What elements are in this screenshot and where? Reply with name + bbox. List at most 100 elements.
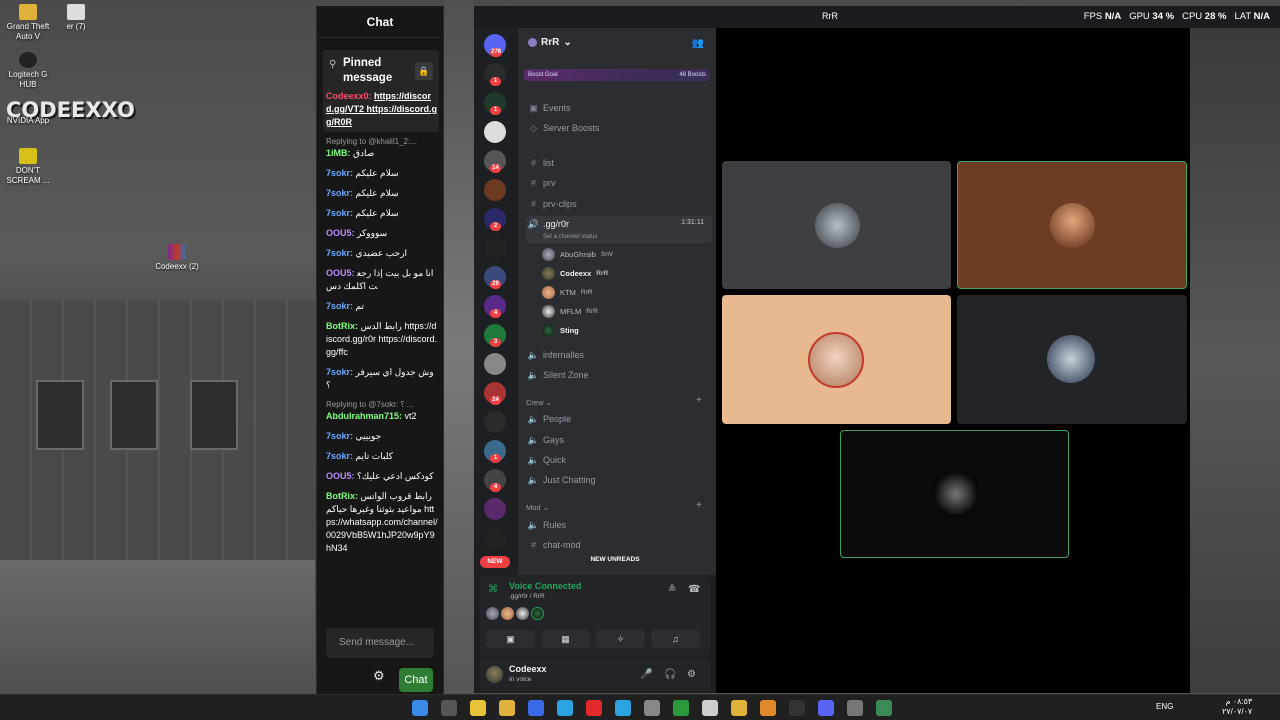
file-explorer-icon[interactable] [499,700,515,716]
folder-icon[interactable] [731,700,747,716]
server-icon[interactable] [484,411,506,433]
voice-channel-path[interactable]: .gg/r0r / RrR [509,593,545,600]
voice-channel-quick[interactable]: 🔈 Quick [526,451,712,469]
desktop-icon-er[interactable]: er (7) [48,4,104,32]
chat-username[interactable]: 7sokr: [326,168,353,178]
avatar[interactable] [501,607,514,620]
chat-username[interactable]: 7sokr: [326,248,353,258]
user-settings-gear-icon[interactable]: ⚙ [687,669,696,680]
reply-reference[interactable]: Replying to @7sokr: ؟ ... [326,399,438,410]
sidebar-item-server-boosts[interactable]: ◇ Server Boosts [526,119,712,137]
store-icon[interactable] [528,700,544,716]
server-icon[interactable] [484,498,506,520]
category-crew[interactable]: Crew ⌄ [526,398,552,407]
channel-rules[interactable]: 🔈 Rules [526,516,712,534]
desktop-icon-dont-scream[interactable]: DON'T SCREAM ... [0,148,56,186]
voice-user-row[interactable]: Codeexx RrR [542,265,608,281]
chat-username[interactable]: 7sokr: [326,451,353,461]
chat-username[interactable]: OOU5: [326,268,355,278]
telegram-icon[interactable] [615,700,631,716]
add-channel-crew-icon[interactable]: + [696,395,702,406]
app-icon[interactable] [876,700,892,716]
server-icon[interactable] [484,353,506,375]
category-mod[interactable]: Mod ⌄ [526,503,549,512]
voice-user-row[interactable]: MFLM RrR [542,303,598,319]
voice-user-row[interactable]: Sting [542,322,584,338]
sidebar-item-events[interactable]: ▣ Events [526,99,712,117]
chat-username[interactable]: 1iMB: [326,148,351,158]
voice-status[interactable]: Voice Connected [509,581,581,591]
voice-channel-people[interactable]: 🔈 People [526,410,712,428]
video-tile-speaking[interactable] [840,430,1069,558]
terminal-icon[interactable] [789,700,805,716]
voice-user-row[interactable]: KTM RrR [542,284,592,300]
server-icon[interactable] [484,527,506,549]
channel-chat-mod[interactable]: # chat-mod [526,536,712,554]
boost-goal-bar[interactable]: Boost Goal 48 Boosts [524,69,710,81]
chat-username[interactable]: 7sokr: [326,367,353,377]
user-name[interactable]: Codeexx [509,664,547,674]
app-icon[interactable] [847,700,863,716]
voice-user-row[interactable]: AbuGhraib SnV [542,246,613,262]
chat-username[interactable]: Codeexx0: [326,91,372,101]
set-channel-status[interactable]: Set a channel status [543,234,597,240]
user-avatar[interactable] [486,666,503,683]
voice-channel-silent-zone[interactable]: 🔈 Silent Zone [526,366,712,384]
chat-username[interactable]: OOU5: [326,228,355,238]
server-icon[interactable] [484,179,506,201]
video-tile-speaking[interactable] [957,161,1187,289]
headphones-icon[interactable]: 🎧 [664,669,676,680]
soundboard-button[interactable]: ♫ [651,630,700,648]
video-tile[interactable] [722,161,951,289]
clock[interactable]: ٠٨:٥٣ م ٢٧/٠٧/٠٧ [1222,697,1252,717]
chat-username[interactable]: 7sokr: [326,188,353,198]
disconnect-icon[interactable]: ☎ [688,584,700,595]
desktop-icon-ghub[interactable]: Logitech G HUB [0,52,56,90]
sync-icon[interactable] [702,700,718,716]
signal-icon[interactable]: ⌘ [488,584,498,595]
invite-people-icon[interactable]: 👥 [692,38,704,49]
voice-channel-gays[interactable]: 🔈 Gays [526,431,712,449]
lock-icon[interactable]: 🔒 [415,62,433,80]
chat-username[interactable]: BotRix: [326,321,358,331]
windows-start-icon[interactable] [412,700,428,716]
guild-header[interactable]: RrR ⌄ [528,37,572,48]
camera-toggle-button[interactable]: ▣ [486,630,535,648]
server-icon[interactable] [484,237,506,259]
voice-channel-infernalles[interactable]: 🔈 infernalles [526,346,712,364]
avatar[interactable] [486,607,499,620]
chat-settings-gear-icon[interactable]: ⚙ [373,668,385,684]
screen-share-button[interactable]: ▦ [541,630,590,648]
video-tile[interactable] [957,295,1187,424]
telegram-icon[interactable] [557,700,573,716]
netflix-icon[interactable] [586,700,602,716]
desktop-icon-codeexx-archive[interactable]: Codeexx (2) [149,244,205,272]
chat-username[interactable]: 7sokr: [326,208,353,218]
reply-reference[interactable]: Replying to @khalil1_2:... [326,136,438,147]
chat-username[interactable]: BotRix: [326,491,358,501]
chat-username[interactable]: Abdulrahman715: [326,411,402,421]
activities-button[interactable]: ✧ [596,630,645,648]
server-icon[interactable] [484,121,506,143]
add-channel-mod-icon[interactable]: + [696,500,702,511]
avatar[interactable] [531,607,544,620]
new-unreads-pill[interactable]: NEW [480,556,510,568]
video-tile[interactable] [722,295,951,424]
chat-username[interactable]: OOU5: [326,471,355,481]
search-icon[interactable] [441,700,457,716]
chrome-icon[interactable] [470,700,486,716]
channel-list[interactable]: # list [526,154,712,172]
xbox-icon[interactable] [673,700,689,716]
vlc-icon[interactable] [760,700,776,716]
desktop-icon-nvidia[interactable]: NVIDIA App [0,116,56,126]
language-indicator[interactable]: ENG [1156,702,1173,711]
settings-icon[interactable] [644,700,660,716]
chat-send-button[interactable]: Chat [399,668,433,692]
voice-channel-just-chatting[interactable]: 🔈 Just Chatting [526,471,712,489]
new-unreads-banner[interactable]: NEW UNREADS [560,556,670,563]
channel-prv[interactable]: # prv [526,174,712,192]
chat-username[interactable]: 7sokr: [326,431,353,441]
channel-prv-clips[interactable]: # prv-clips [526,195,712,213]
chat-username[interactable]: 7sokr: [326,301,353,311]
noise-suppression-icon[interactable]: ≗ [668,584,676,595]
